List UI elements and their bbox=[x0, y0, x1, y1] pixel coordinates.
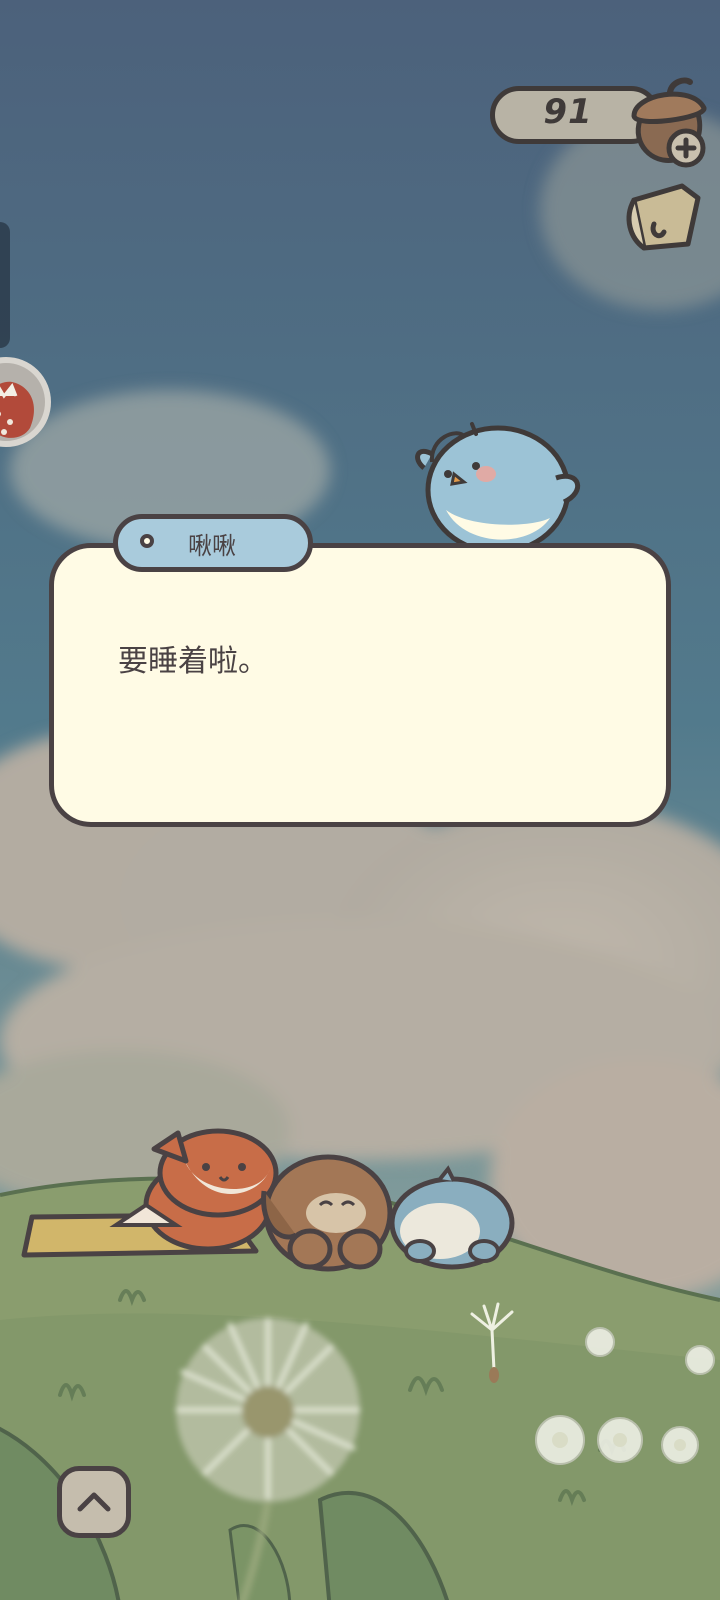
dialog-text: 要睡着啦。 bbox=[118, 644, 268, 679]
sleeping-characters bbox=[21, 1128, 515, 1272]
sleeping-bird-character bbox=[389, 1165, 515, 1270]
dialog-box[interactable] bbox=[49, 543, 671, 827]
strawberry-icon[interactable] bbox=[0, 352, 52, 452]
chevron-up-icon bbox=[77, 1492, 111, 1512]
plus-icon bbox=[666, 128, 706, 168]
side-drawer-tab[interactable] bbox=[0, 222, 10, 348]
dog-character bbox=[261, 1154, 393, 1272]
expand-button[interactable] bbox=[57, 1466, 131, 1538]
speaker-name: 啾啾 bbox=[188, 532, 236, 560]
acorn-icon[interactable] bbox=[622, 72, 712, 168]
scroll-icon[interactable] bbox=[620, 178, 704, 262]
name-tag-dot bbox=[140, 534, 154, 548]
bird-character[interactable] bbox=[410, 418, 592, 550]
currency-value: 91 bbox=[543, 92, 593, 132]
